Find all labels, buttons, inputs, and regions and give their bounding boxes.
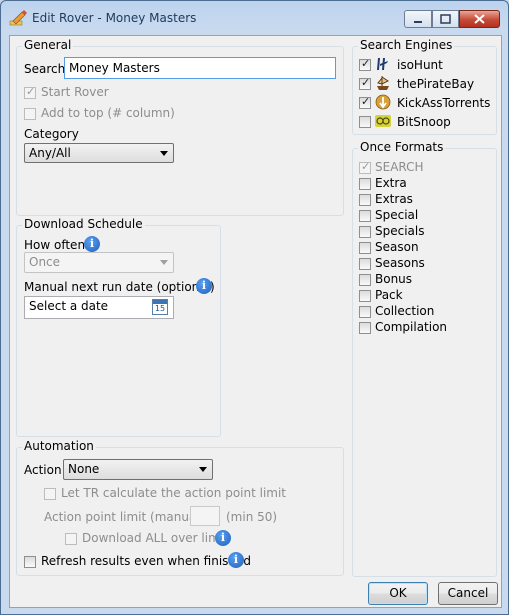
automation-group-label: Automation — [22, 439, 96, 453]
how-often-dropdown[interactable]: Once — [24, 252, 174, 273]
download-all-checkbox[interactable] — [65, 533, 77, 545]
minimize-button[interactable] — [404, 10, 432, 28]
format-label-special: Special — [375, 208, 419, 222]
how-often-label: How often — [24, 238, 86, 252]
min-limit-label: (min 50) — [226, 510, 278, 524]
format-label-search: SEARCH — [375, 160, 424, 174]
general-group-label: General — [22, 38, 74, 52]
isohunt-icon — [377, 58, 388, 70]
minimize-icon — [414, 21, 422, 23]
close-icon — [474, 14, 485, 24]
manual-next-run-label: Manual next run date (optional) — [24, 280, 215, 294]
search-engines-group-label: Search Engines — [358, 38, 455, 52]
engine-checkbox-kickasstorrents[interactable] — [359, 95, 371, 109]
title-bar[interactable]: Edit Rover - Money Masters — [1, 1, 508, 35]
format-label-pack: Pack — [375, 288, 403, 302]
date-picker-placeholder: Select a date — [29, 299, 109, 313]
format-label-extra: Extra — [375, 176, 407, 190]
format-checkbox-season[interactable] — [359, 242, 371, 254]
engine-checkbox-isohunt[interactable] — [359, 57, 371, 71]
engine-checkbox-thepiratebay[interactable] — [359, 76, 371, 90]
let-tr-calculate-checkbox[interactable] — [44, 488, 56, 500]
cancel-button[interactable]: Cancel — [438, 582, 498, 605]
chevron-down-icon — [160, 151, 168, 156]
window-title: Edit Rover - Money Masters — [32, 11, 197, 25]
how-often-info-icon[interactable]: i — [84, 236, 100, 252]
once-formats-group: Once Formats — [352, 140, 497, 577]
format-checkbox-extras[interactable] — [359, 194, 371, 206]
format-label-compilation: Compilation — [375, 320, 448, 334]
action-point-limit-input[interactable] — [190, 506, 220, 526]
action-value: None — [68, 462, 100, 476]
refresh-results-label: Refresh results even when finished — [41, 554, 252, 568]
kat-icon — [375, 94, 391, 110]
ok-button[interactable]: OK — [368, 582, 428, 605]
format-label-seasons: Seasons — [375, 256, 425, 270]
calendar-day: 15 — [154, 304, 166, 313]
pirate-ship-icon — [377, 76, 389, 90]
search-label: Search — [24, 62, 66, 76]
how-often-value: Once — [29, 255, 61, 269]
engine-label-bitsnoop: BitSnoop — [397, 115, 451, 129]
download-all-info-icon[interactable]: i — [215, 530, 231, 546]
format-checkbox-extra[interactable] — [359, 178, 371, 190]
download-schedule-group-label: Download Schedule — [22, 217, 145, 231]
engine-label-thepiratebay: thePirateBay — [397, 77, 475, 91]
format-label-specials: Specials — [375, 224, 425, 238]
format-checkbox-specials[interactable] — [359, 226, 371, 238]
format-checkbox-special[interactable] — [359, 210, 371, 222]
refresh-results-checkbox[interactable] — [24, 556, 36, 568]
format-checkbox-seasons[interactable] — [359, 258, 371, 270]
start-rover-label: Start Rover — [41, 85, 109, 99]
format-label-season: Season — [375, 240, 419, 254]
add-to-top-label: Add to top (# column) — [41, 106, 175, 120]
search-input[interactable] — [64, 57, 336, 79]
pencil-icon — [9, 10, 27, 26]
engine-label-isohunt: isoHunt — [397, 58, 443, 72]
format-label-bonus: Bonus — [375, 272, 413, 286]
format-checkbox-bonus[interactable] — [359, 274, 371, 286]
let-tr-calculate-label: Let TR calculate the action point limit — [61, 486, 287, 500]
close-button[interactable] — [459, 10, 500, 28]
chevron-down-icon — [160, 260, 168, 265]
action-label: Action — [24, 463, 62, 477]
format-checkbox-collection[interactable] — [359, 306, 371, 318]
refresh-results-info-icon[interactable]: i — [228, 552, 244, 568]
action-point-limit-label: Action point limit (manual) — [44, 510, 205, 524]
engine-label-kickasstorrents: KickAssTorrents — [397, 96, 491, 110]
maximize-icon — [440, 14, 451, 24]
dialog-window: Edit Rover - Money Masters General Searc… — [0, 0, 509, 615]
start-rover-checkbox[interactable] — [24, 85, 36, 99]
format-label-extras: Extras — [375, 192, 413, 206]
add-to-top-checkbox[interactable] — [24, 108, 36, 120]
format-checkbox-search[interactable] — [359, 160, 371, 174]
category-dropdown[interactable]: Any/All — [24, 143, 174, 163]
calendar-icon[interactable]: 15 — [152, 299, 168, 315]
category-label: Category — [24, 127, 79, 141]
date-picker[interactable]: Select a date 15 — [24, 296, 174, 319]
chevron-down-icon — [199, 467, 207, 472]
manual-next-run-info-icon[interactable]: i — [196, 278, 212, 294]
format-label-collection: Collection — [375, 304, 435, 318]
download-all-label: Download ALL over limit — [82, 531, 228, 545]
action-dropdown[interactable]: None — [63, 459, 213, 480]
once-formats-group-label: Once Formats — [358, 140, 446, 154]
format-checkbox-pack[interactable] — [359, 290, 371, 302]
engine-checkbox-bitsnoop[interactable] — [359, 116, 371, 128]
format-checkbox-compilation[interactable] — [359, 322, 371, 334]
dialog-client-area: General Search Start Rover Add to top (#… — [9, 35, 502, 608]
category-value: Any/All — [29, 146, 71, 160]
bitsnoop-icon — [375, 115, 391, 127]
maximize-button[interactable] — [432, 10, 459, 28]
